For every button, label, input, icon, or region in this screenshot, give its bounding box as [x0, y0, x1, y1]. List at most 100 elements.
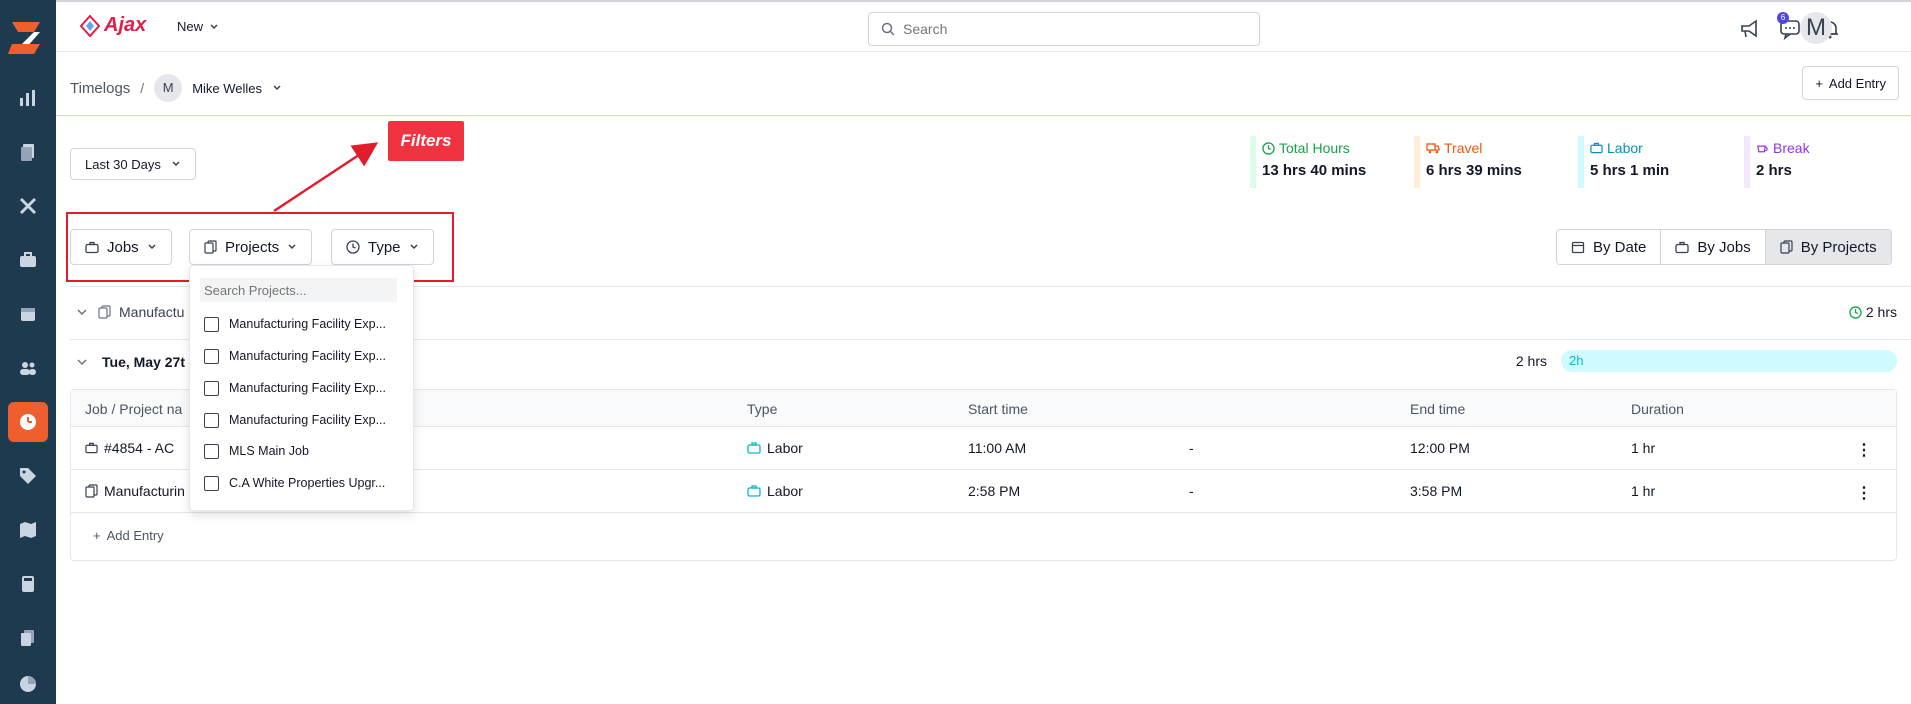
- row-job[interactable]: #4854 - AC: [85, 440, 174, 456]
- view-by-date[interactable]: By Date: [1557, 230, 1662, 264]
- chevron-down-icon[interactable]: [272, 83, 282, 93]
- files-icon[interactable]: [8, 618, 48, 658]
- row-type-label: Labor: [767, 483, 803, 499]
- new-label: New: [177, 19, 204, 34]
- stat-label-text: Labor: [1607, 140, 1643, 156]
- row-type: Labor: [747, 440, 803, 456]
- stat-bar: [1414, 136, 1420, 188]
- stat-bar: [1250, 136, 1256, 188]
- row-type-label: Labor: [767, 440, 803, 456]
- project-option[interactable]: MLS Main Job: [204, 441, 309, 461]
- reports-icon[interactable]: [8, 78, 48, 118]
- calculator-icon[interactable]: [8, 564, 48, 604]
- project-option[interactable]: Manufacturing Facility Exp...: [204, 378, 386, 398]
- breadcrumb-timelogs[interactable]: Timelogs: [70, 80, 130, 97]
- row-dash: -: [1189, 483, 1194, 499]
- table-add-entry[interactable]: + Add Entry: [93, 528, 164, 543]
- date-range-select[interactable]: Last 30 Days: [70, 148, 196, 180]
- stat-bar: [1578, 136, 1584, 188]
- checkbox[interactable]: [204, 316, 219, 332]
- project-option[interactable]: Manufacturing Facility Exp...: [204, 314, 386, 334]
- stat-label-text: Break: [1773, 140, 1810, 156]
- new-menu-button[interactable]: New: [177, 19, 219, 34]
- project-group-name: Manufactu: [119, 304, 185, 320]
- view-by-date-label: By Date: [1593, 238, 1647, 256]
- timelogs-clock-icon[interactable]: [8, 402, 48, 442]
- user-avatar[interactable]: M: [1800, 12, 1832, 44]
- clipboard-icon: [85, 484, 98, 498]
- col-duration: Duration: [1631, 401, 1684, 417]
- stat-value: 5 hrs 1 min: [1590, 162, 1670, 179]
- checkbox[interactable]: [204, 380, 219, 396]
- chevron-down-icon[interactable]: [76, 356, 88, 368]
- notification-badge: 6: [1777, 12, 1789, 24]
- add-entry-button[interactable]: + Add Entry: [1802, 66, 1899, 100]
- briefcase-icon: [85, 442, 98, 454]
- documents-icon[interactable]: [8, 132, 48, 172]
- stat-value: 6 hrs 39 mins: [1426, 162, 1522, 179]
- project-option-label: Manufacturing Facility Exp...: [229, 317, 387, 331]
- chevron-down-icon[interactable]: [76, 306, 88, 318]
- brand[interactable]: Ajax: [80, 14, 146, 37]
- view-by-jobs[interactable]: By Jobs: [1661, 230, 1766, 264]
- row-job[interactable]: Manufacturin: [85, 483, 185, 499]
- chevron-down-icon: [210, 23, 218, 29]
- stat-labor: Labor 5 hrs 1 min: [1578, 136, 1669, 188]
- calendar-icon: [1571, 241, 1585, 254]
- brand-name: Ajax: [104, 14, 147, 36]
- view-by-projects[interactable]: By Projects: [1765, 230, 1891, 264]
- project-option-label: C.A White Properties Upgr...: [229, 476, 386, 490]
- header-row: Timelogs / M Mike Welles + Add Entry: [56, 52, 1911, 116]
- stat-break: Break 2 hrs: [1744, 136, 1810, 188]
- col-job-project: Job / Project na: [85, 401, 183, 417]
- row-duration: 1 hr: [1631, 440, 1656, 456]
- filters-annotation-label: Filters: [388, 121, 464, 161]
- jobs-briefcase-icon[interactable]: [8, 240, 48, 280]
- briefcase-icon: [747, 485, 761, 497]
- stat-label: Total Hours: [1262, 140, 1366, 156]
- day-label: Tue, May 27t: [102, 354, 185, 370]
- project-group-total-value: 2 hrs: [1865, 304, 1897, 320]
- stat-label: Travel: [1426, 140, 1522, 156]
- global-search[interactable]: [868, 12, 1260, 46]
- project-option[interactable]: C.A White Properties Upgr...: [204, 473, 385, 493]
- search-input[interactable]: [903, 21, 1233, 37]
- clock-icon: [1262, 141, 1275, 155]
- tag-icon[interactable]: [8, 456, 48, 496]
- stat-value: 13 hrs 40 mins: [1262, 162, 1367, 179]
- users-icon[interactable]: [8, 348, 48, 388]
- app-logo[interactable]: [6, 18, 46, 58]
- project-option-label: Manufacturing Facility Exp...: [229, 413, 387, 427]
- stat-bar: [1744, 136, 1750, 188]
- row-menu-icon[interactable]: ⋮: [1856, 483, 1872, 503]
- checkbox[interactable]: [204, 475, 219, 491]
- tools-icon[interactable]: [8, 186, 48, 226]
- calendar-icon[interactable]: [8, 294, 48, 334]
- breadcrumb-user-name[interactable]: Mike Welles: [192, 81, 262, 96]
- row-job-name: #4854 - AC: [104, 440, 175, 456]
- top-bar: Ajax New 6 M: [56, 0, 1911, 52]
- breadcrumb: Timelogs / M Mike Welles: [70, 74, 282, 102]
- map-icon[interactable]: [8, 510, 48, 550]
- megaphone-icon[interactable]: [1739, 18, 1761, 40]
- checkbox[interactable]: [204, 412, 219, 428]
- checkbox[interactable]: [204, 348, 219, 364]
- projects-search-input[interactable]: [200, 278, 397, 302]
- stat-label: Labor: [1590, 140, 1669, 156]
- checkbox[interactable]: [204, 443, 219, 459]
- coffee-cup-icon: [1757, 145, 1768, 153]
- project-option[interactable]: Manufacturing Facility Exp...: [204, 346, 386, 366]
- stat-value: 2 hrs: [1756, 162, 1792, 179]
- pie-chart-icon[interactable]: [8, 664, 48, 704]
- project-option-label: Manufacturing Facility Exp...: [229, 381, 387, 395]
- row-type: Labor: [747, 483, 803, 499]
- brand-logo-icon: [80, 14, 100, 37]
- search-icon: [881, 22, 895, 36]
- row-job-name: Manufacturin: [104, 483, 185, 499]
- breadcrumb-avatar: M: [154, 74, 183, 102]
- project-group-title: Manufactu: [98, 304, 184, 320]
- stat-label-text: Total Hours: [1279, 140, 1350, 156]
- project-option[interactable]: Manufacturing Facility Exp...: [204, 410, 386, 430]
- row-menu-icon[interactable]: ⋮: [1856, 440, 1872, 460]
- plus-icon: +: [93, 528, 101, 543]
